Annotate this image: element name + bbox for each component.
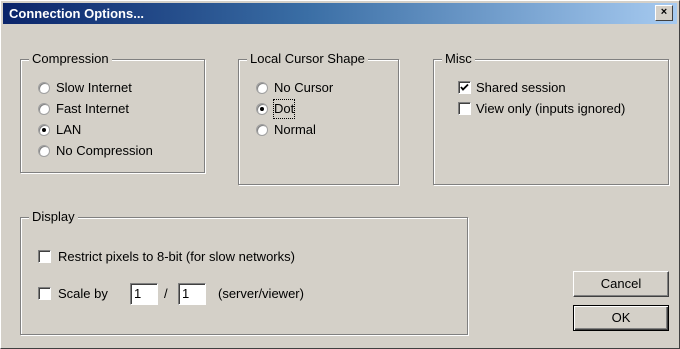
- compression-group: Compression Slow Internet Fast Internet …: [20, 51, 205, 173]
- checkbox[interactable]: [458, 81, 471, 94]
- scale-denominator-input[interactable]: 1: [178, 283, 206, 305]
- checkbox-label: View only (inputs ignored): [476, 101, 626, 116]
- title-bar[interactable]: Connection Options... ×: [3, 3, 677, 24]
- dialog-title: Connection Options...: [9, 6, 145, 21]
- radio-button[interactable]: [256, 103, 268, 115]
- ok-button[interactable]: OK: [573, 305, 669, 331]
- radio-label: Fast Internet: [56, 101, 129, 116]
- misc-legend: Misc: [442, 51, 475, 67]
- checkbox-label: Restrict pixels to 8-bit (for slow netwo…: [58, 249, 295, 264]
- radio-button[interactable]: [256, 124, 268, 136]
- radio-label: No Compression: [56, 143, 153, 158]
- scale-suffix-label: (server/viewer): [218, 286, 304, 301]
- cursor-shape-legend: Local Cursor Shape: [247, 51, 368, 67]
- checkbox[interactable]: [458, 102, 471, 115]
- radio-label: Dot: [272, 99, 296, 119]
- radio-label: Slow Internet: [56, 80, 132, 95]
- checkbox[interactable]: [38, 250, 51, 263]
- checkbox[interactable]: [38, 287, 51, 300]
- checkbox-label: Shared session: [476, 80, 566, 95]
- misc-group: Misc Shared session View only (inputs ig…: [433, 51, 669, 185]
- connection-options-dialog: Connection Options... × Compression Slow…: [0, 0, 680, 349]
- scale-separator: /: [164, 286, 168, 301]
- scale-numerator-input[interactable]: 1: [130, 283, 158, 305]
- checkbox-label: Scale by: [58, 286, 108, 301]
- close-icon: ×: [660, 6, 668, 18]
- checkmark-icon: [460, 83, 469, 91]
- close-button[interactable]: ×: [655, 5, 673, 21]
- display-group: Display Restrict pixels to 8-bit (for sl…: [20, 209, 468, 335]
- display-legend: Display: [29, 209, 78, 225]
- radio-label: LAN: [56, 122, 82, 137]
- radio-button[interactable]: [38, 103, 50, 115]
- radio-selected-dot: [260, 107, 264, 111]
- radio-button[interactable]: [38, 145, 50, 157]
- cancel-button[interactable]: Cancel: [573, 271, 669, 297]
- radio-selected-dot: [42, 128, 46, 132]
- radio-label: No Cursor: [274, 80, 334, 95]
- radio-label: Normal: [274, 122, 316, 137]
- compression-legend: Compression: [29, 51, 112, 67]
- radio-button[interactable]: [256, 82, 268, 94]
- radio-button[interactable]: [38, 124, 50, 136]
- radio-button[interactable]: [38, 82, 50, 94]
- cursor-shape-group: Local Cursor Shape No Cursor Dot Normal: [238, 51, 399, 185]
